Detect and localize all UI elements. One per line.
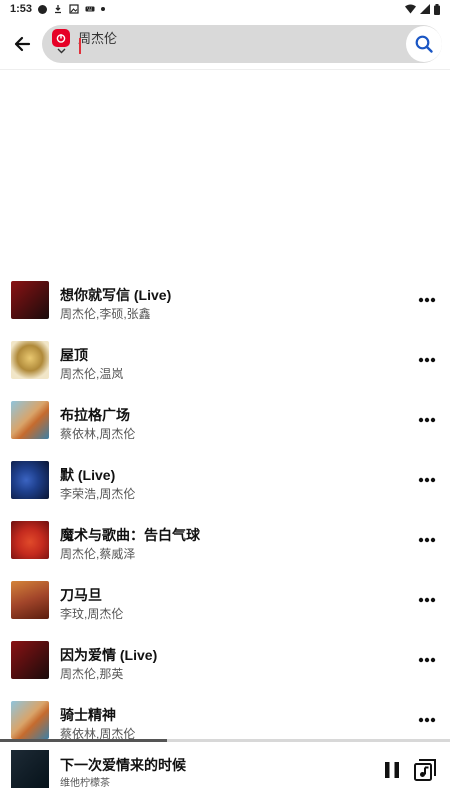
song-artist: 李玟,周杰伦 bbox=[60, 607, 124, 621]
photo-icon bbox=[69, 4, 79, 14]
back-button[interactable] bbox=[2, 24, 42, 64]
player-song-title: 下一次爱情来的时候 bbox=[60, 757, 186, 773]
more-options-button[interactable] bbox=[416, 350, 438, 370]
album-cover bbox=[11, 401, 49, 439]
song-artist: 周杰伦,温岚 bbox=[60, 367, 124, 381]
song-row[interactable]: 魔术与歌曲：告白气球 周杰伦,蔡威泽 bbox=[0, 510, 450, 570]
search-submit-button[interactable] bbox=[406, 26, 442, 62]
song-artist: 蔡依林,周杰伦 bbox=[60, 427, 136, 441]
album-cover bbox=[11, 461, 49, 499]
text-cursor bbox=[79, 38, 81, 54]
status-time: 1:53 bbox=[10, 3, 33, 15]
song-row[interactable]: 因为爱情 (Live) 周杰伦,那英 bbox=[0, 630, 450, 690]
search-results-list: 想你就写信 (Live) 周杰伦,李硕,张鑫 屋顶 周杰伦,温岚 布拉格广场 蔡… bbox=[0, 270, 450, 750]
keyboard-icon bbox=[85, 6, 95, 12]
more-options-button[interactable] bbox=[416, 590, 438, 610]
album-cover bbox=[11, 281, 49, 319]
arrow-left-icon bbox=[14, 36, 31, 51]
more-horizontal-icon bbox=[418, 657, 436, 663]
song-row[interactable]: 屋顶 周杰伦,温岚 bbox=[0, 330, 450, 390]
more-horizontal-icon bbox=[418, 417, 436, 423]
song-title: 骑士精神 bbox=[60, 707, 116, 723]
player-song-artist: 维他柠檬茶 bbox=[60, 778, 110, 789]
song-artist: 李荣浩,周杰伦 bbox=[60, 487, 136, 501]
more-horizontal-icon bbox=[418, 297, 436, 303]
album-cover bbox=[11, 341, 49, 379]
album-cover bbox=[11, 641, 49, 679]
song-artist: 周杰伦,那英 bbox=[60, 667, 124, 681]
more-options-button[interactable] bbox=[416, 530, 438, 550]
song-title: 屋顶 bbox=[60, 347, 88, 363]
download-icon bbox=[55, 5, 62, 14]
more-options-button[interactable] bbox=[416, 290, 438, 310]
album-cover bbox=[11, 521, 49, 559]
netease-music-logo bbox=[52, 29, 70, 47]
song-artist: 周杰伦,蔡威泽 bbox=[60, 547, 136, 561]
more-horizontal-icon bbox=[418, 537, 436, 543]
signal-icon bbox=[420, 4, 430, 14]
more-horizontal-icon bbox=[418, 357, 436, 363]
chevron-down-icon bbox=[57, 48, 65, 54]
playlist-icon bbox=[414, 759, 436, 781]
search-input[interactable] bbox=[78, 27, 398, 47]
dot-icon bbox=[101, 7, 106, 11]
more-options-button[interactable] bbox=[416, 470, 438, 490]
player-album-cover bbox=[11, 750, 49, 788]
status-right bbox=[405, 3, 440, 15]
song-title: 想你就写信 (Live) bbox=[60, 287, 172, 303]
song-row[interactable]: 默 (Live) 李荣浩,周杰伦 bbox=[0, 450, 450, 510]
more-horizontal-icon bbox=[418, 717, 436, 723]
status-bar: 1:53 bbox=[0, 0, 450, 18]
more-options-button[interactable] bbox=[416, 650, 438, 670]
playlist-button[interactable] bbox=[414, 759, 436, 781]
more-horizontal-icon bbox=[418, 597, 436, 603]
more-options-button[interactable] bbox=[416, 410, 438, 430]
song-artist: 周杰伦,李硕,张鑫 bbox=[60, 307, 151, 321]
search-icon bbox=[415, 35, 433, 53]
search-header bbox=[0, 18, 450, 70]
song-title: 魔术与歌曲：告白气球 bbox=[60, 527, 200, 543]
song-title: 因为爱情 (Live) bbox=[60, 647, 158, 663]
song-title: 默 (Live) bbox=[60, 467, 116, 483]
music-source-selector[interactable] bbox=[50, 29, 72, 59]
pause-button[interactable] bbox=[382, 760, 402, 780]
album-cover bbox=[11, 581, 49, 619]
more-horizontal-icon bbox=[418, 477, 436, 483]
song-title: 布拉格广场 bbox=[60, 407, 130, 423]
search-bar bbox=[42, 25, 442, 63]
wifi-icon bbox=[405, 4, 416, 14]
song-row[interactable]: 布拉格广场 蔡依林,周杰伦 bbox=[0, 390, 450, 450]
circle-notification-icon bbox=[38, 4, 48, 14]
more-options-button[interactable] bbox=[416, 710, 438, 730]
song-row[interactable]: 想你就写信 (Live) 周杰伦,李硕,张鑫 bbox=[0, 270, 450, 330]
song-row[interactable]: 刀马旦 李玟,周杰伦 bbox=[0, 570, 450, 630]
mini-player[interactable]: 下一次爱情来的时候 维他柠檬茶 bbox=[0, 742, 450, 800]
status-left: 1:53 bbox=[10, 3, 106, 15]
song-title: 刀马旦 bbox=[60, 587, 102, 603]
album-cover bbox=[11, 701, 49, 739]
battery-icon bbox=[434, 3, 440, 15]
pause-icon bbox=[385, 762, 399, 778]
